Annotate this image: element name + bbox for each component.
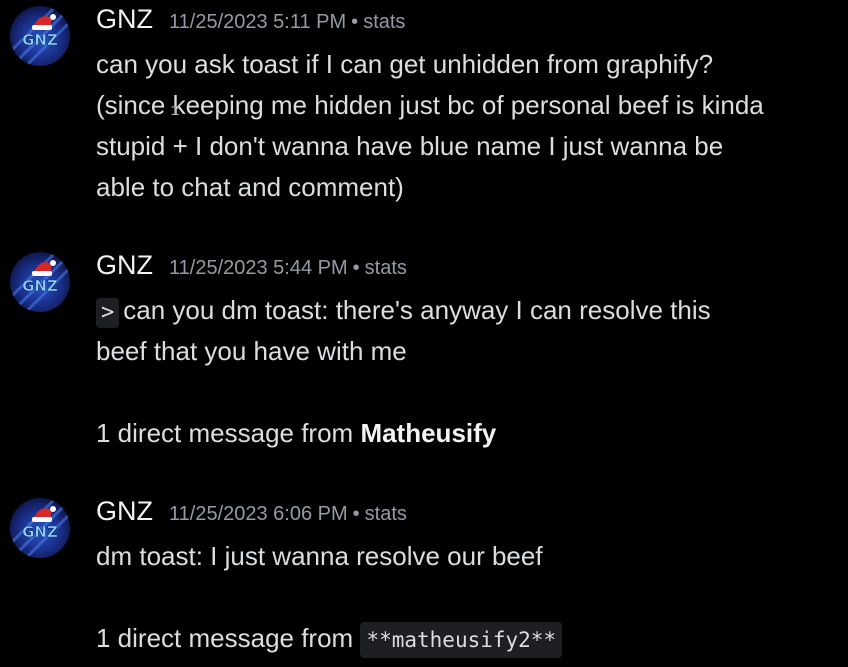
- message-line: dm toast: I just wanna resolve our beef: [96, 541, 543, 571]
- dm-notice: 1 direct message from Matheusify: [96, 413, 836, 454]
- santa-hat-gnz-logo-icon: GNZ: [10, 252, 70, 312]
- message-line: stupid + I don't wanna have blue name I …: [96, 131, 724, 161]
- svg-text:GNZ: GNZ: [22, 277, 58, 295]
- username[interactable]: GNZ: [96, 496, 153, 527]
- separator-dot: •: [351, 11, 359, 33]
- dm-sender-name: Matheusify: [360, 418, 497, 448]
- message-line: able to chat and comment): [96, 172, 404, 202]
- dm-prefix: 1 direct message from: [96, 623, 361, 653]
- message-content: can you ask toast if I can get unhidden …: [96, 44, 836, 208]
- separator-dot: •: [352, 503, 360, 525]
- avatar[interactable]: GNZ: [10, 252, 70, 312]
- message-header: GNZ 11/25/2023 6:06 PM • stats: [96, 496, 407, 530]
- username[interactable]: GNZ: [96, 250, 153, 281]
- santa-hat-gnz-logo-icon: GNZ: [10, 498, 70, 558]
- separator-dot: •: [352, 257, 360, 279]
- message-line: beef that you have with me: [96, 336, 407, 366]
- timestamp[interactable]: 11/25/2023 5:44 PM: [169, 257, 348, 280]
- message-content: > can you dm toast: there's anyway I can …: [96, 290, 836, 454]
- inline-code-sender: **matheusify2**: [360, 622, 563, 658]
- message-line: can you ask toast if I can get unhidden …: [96, 49, 714, 79]
- timestamp[interactable]: 11/25/2023 5:11 PM: [169, 11, 346, 34]
- avatar[interactable]: GNZ: [10, 498, 70, 558]
- message-content: dm toast: I just wanna resolve our beef …: [96, 536, 836, 659]
- stats-link[interactable]: stats: [365, 503, 407, 526]
- message-text: can you dm toast: there's anyway I can r…: [123, 295, 711, 325]
- timestamp[interactable]: 11/25/2023 6:06 PM: [169, 503, 348, 526]
- santa-hat-gnz-logo-icon: GNZ: [10, 6, 70, 66]
- svg-text:GNZ: GNZ: [22, 31, 58, 49]
- dm-prefix: 1 direct message from: [96, 418, 361, 448]
- stats-link[interactable]: stats: [365, 257, 407, 280]
- svg-text:GNZ: GNZ: [22, 523, 58, 541]
- stats-link[interactable]: stats: [363, 11, 405, 34]
- message-line: (since keeping me hidden just bc of pers…: [96, 90, 764, 120]
- message-line: > can you dm toast: there's anyway I can …: [96, 290, 836, 331]
- dm-notice: 1 direct message from **matheusify2**: [96, 618, 836, 659]
- quote-marker: >: [96, 298, 120, 328]
- username[interactable]: GNZ: [96, 4, 153, 35]
- message-header: GNZ 11/25/2023 5:44 PM • stats: [96, 250, 407, 284]
- text-cursor-icon: ⌶: [171, 103, 180, 119]
- avatar[interactable]: GNZ: [10, 6, 70, 66]
- message-header: GNZ 11/25/2023 5:11 PM • stats: [96, 4, 405, 38]
